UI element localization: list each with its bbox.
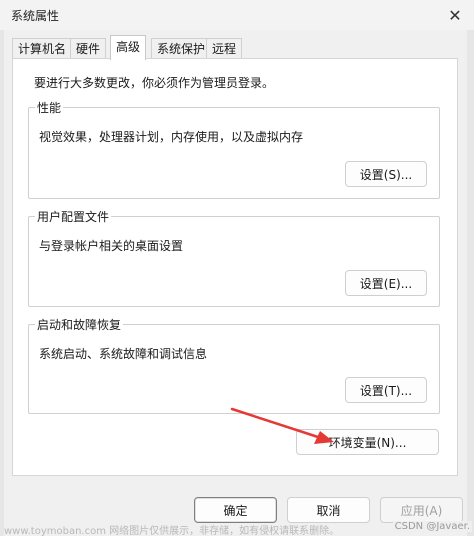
performance-group: 性能 视觉效果，处理器计划，内存使用，以及虚拟内存 设置(S)... (28, 99, 440, 199)
tab-system-protection[interactable]: 系统保护 (151, 38, 212, 59)
admin-notice: 要进行大多数更改，你必须作为管理员登录。 (34, 76, 275, 90)
watermark: www.toymoban.com 网络图片仅供展示，非存储，如有侵权请联系删除。… (0, 520, 474, 536)
user-profiles-group-title: 用户配置文件 (35, 208, 112, 225)
watermark-text: www.toymoban.com 网络图片仅供展示，非存储，如有侵权请联系删除。 (4, 526, 340, 536)
performance-group-title: 性能 (35, 99, 64, 116)
close-button[interactable]: ✕ (436, 0, 474, 30)
tab-hardware[interactable]: 硬件 (70, 38, 107, 59)
user-profiles-description: 与登录帐户相关的桌面设置 (39, 239, 184, 253)
title-bar: 系统属性 ✕ (0, 0, 474, 30)
window-title: 系统属性 (11, 9, 60, 23)
user-profiles-group: 用户配置文件 与登录帐户相关的桌面设置 设置(E)... (28, 208, 440, 307)
performance-settings-button[interactable]: 设置(S)... (345, 161, 427, 187)
tab-remote[interactable]: 远程 (206, 38, 243, 59)
environment-variables-button[interactable]: 环境变量(N)... (296, 429, 439, 455)
startup-recovery-group: 启动和故障恢复 系统启动、系统故障和调试信息 设置(T)... (28, 316, 440, 414)
performance-description: 视觉效果，处理器计划，内存使用，以及虚拟内存 (39, 130, 304, 144)
close-icon: ✕ (448, 5, 462, 25)
tab-advanced[interactable]: 高级 (110, 35, 147, 60)
csdn-credit: CSDN @Javaer. (392, 521, 472, 532)
startup-recovery-description: 系统启动、系统故障和调试信息 (39, 347, 208, 361)
user-profiles-settings-button[interactable]: 设置(E)... (345, 270, 427, 296)
tab-computer-name[interactable]: 计算机名 (12, 38, 73, 59)
right-window-edge (467, 30, 474, 536)
startup-recovery-group-title: 启动和故障恢复 (35, 316, 124, 333)
left-window-edge (0, 30, 4, 536)
startup-recovery-settings-button[interactable]: 设置(T)... (345, 377, 427, 403)
